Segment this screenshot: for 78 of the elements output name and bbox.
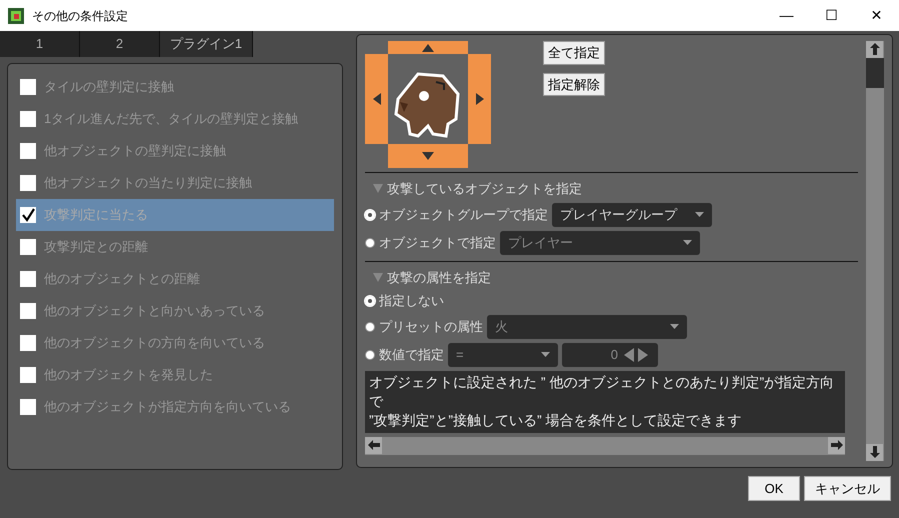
down-arrow-icon[interactable] [870, 446, 880, 458]
checkbox[interactable] [20, 271, 36, 287]
option-label: 数値で指定 [379, 346, 444, 364]
condition-item[interactable]: 他のオブジェクトを発見した [16, 359, 334, 391]
tab[interactable]: 1 [0, 31, 80, 57]
horizontal-scrollbar[interactable] [365, 436, 845, 454]
condition-label: 攻撃判定との距離 [44, 238, 148, 256]
condition-label: 他のオブジェクトの方向を向いている [44, 334, 265, 352]
app-icon [8, 6, 24, 24]
number-value: 0 [610, 346, 618, 364]
condition-item[interactable]: 他オブジェクトの壁判定に接触 [16, 135, 334, 167]
checkbox[interactable] [20, 143, 36, 159]
section-header[interactable]: 攻撃の属性を指定 [373, 268, 858, 287]
condition-item[interactable]: 他のオブジェクトが指定方向を向いている [16, 391, 334, 423]
window-title: その他の条件設定 [32, 8, 129, 24]
ok-button[interactable]: OK [748, 476, 800, 501]
caret-icon [670, 324, 679, 329]
condition-label: 他のオブジェクトとの距離 [44, 270, 200, 288]
condition-label: 他のオブジェクトと向かいあっている [44, 302, 265, 320]
left-arrow-icon[interactable] [368, 440, 380, 450]
condition-label: タイルの壁判定に接触 [44, 78, 174, 96]
checkbox[interactable] [20, 335, 36, 351]
cancel-button[interactable]: キャンセル [804, 476, 891, 501]
section-header[interactable]: 攻撃しているオブジェクトを指定 [373, 179, 858, 198]
caret-icon [541, 352, 550, 357]
dropdown-value: プレイヤー [508, 234, 573, 252]
checkbox[interactable] [20, 79, 36, 95]
option-label: プリセットの属性 [379, 318, 483, 336]
condition-item[interactable]: 攻撃判定との距離 [16, 231, 334, 263]
arrow-icon[interactable] [476, 93, 484, 105]
condition-item[interactable]: 他のオブジェクトの方向を向いている [16, 327, 334, 359]
condition-item[interactable]: 1タイル進んだ先で、タイルの壁判定と接触 [16, 103, 334, 135]
caret-icon [373, 184, 383, 194]
condition-label: 攻撃判定に当たる [44, 206, 148, 224]
tab[interactable]: 2 [80, 31, 160, 57]
dropdown-value: = [456, 346, 464, 364]
condition-label: 1タイル進んだ先で、タイルの壁判定と接触 [44, 110, 298, 128]
tab[interactable]: プラグイン1 [160, 31, 253, 57]
right-arrow-icon[interactable] [830, 440, 842, 450]
option-label: オブジェクトグループで指定 [379, 206, 548, 224]
dropdown[interactable]: プレイヤーグループ [552, 202, 712, 226]
description-text: オブジェクトに設定された ” 他のオブジェクトとのあたり判定”が指定方向で ”攻撃判定”と”接触している” 場合を条件として設定できます [365, 370, 845, 432]
caret-icon [695, 212, 704, 217]
section-title: 攻撃しているオブジェクトを指定 [387, 180, 582, 198]
option-label: 指定しない [379, 292, 444, 310]
arrow-icon[interactable] [422, 44, 434, 52]
section-title: 攻撃の属性を指定 [387, 268, 491, 286]
up-arrow-icon[interactable] [870, 43, 880, 56]
caret-icon [373, 272, 383, 282]
caret-icon [683, 240, 692, 245]
checkbox[interactable] [20, 399, 36, 415]
dropdown-value: 火 [495, 318, 508, 336]
pad-button[interactable]: 全て指定 [543, 41, 605, 64]
checkbox[interactable] [20, 367, 36, 383]
condition-label: 他のオブジェクトが指定方向を向いている [44, 398, 291, 416]
condition-item[interactable]: 他のオブジェクトとの距離 [16, 263, 334, 295]
close-button[interactable]: ✕ [854, 5, 899, 26]
condition-label: 他のオブジェクトを発見した [44, 366, 213, 384]
checkbox[interactable] [20, 175, 36, 191]
checkbox[interactable] [20, 303, 36, 319]
condition-label: 他オブジェクトの当たり判定に接触 [44, 174, 252, 192]
condition-item[interactable]: 他オブジェクトの当たり判定に接触 [16, 167, 334, 199]
checkbox[interactable] [20, 207, 36, 223]
dropdown-value: プレイヤーグループ [560, 206, 677, 224]
condition-label: 他オブジェクトの壁判定に接触 [44, 142, 226, 160]
pad-button[interactable]: 指定解除 [543, 72, 605, 96]
arrow-icon[interactable] [422, 152, 434, 160]
condition-item[interactable]: 他のオブジェクトと向かいあっている [16, 295, 334, 327]
checkbox[interactable] [20, 111, 36, 127]
checkbox[interactable] [20, 239, 36, 255]
option-label: オブジェクトで指定 [379, 234, 496, 252]
maximize-button[interactable]: ☐ [809, 5, 854, 26]
scrollbar-thumb[interactable] [866, 58, 884, 88]
vertical-scrollbar[interactable] [866, 41, 884, 461]
minimize-button[interactable]: — [764, 5, 809, 26]
stepper-arrows-icon [622, 348, 650, 362]
condition-item[interactable]: タイルの壁判定に接触 [16, 71, 334, 103]
arrow-icon[interactable] [372, 93, 380, 105]
